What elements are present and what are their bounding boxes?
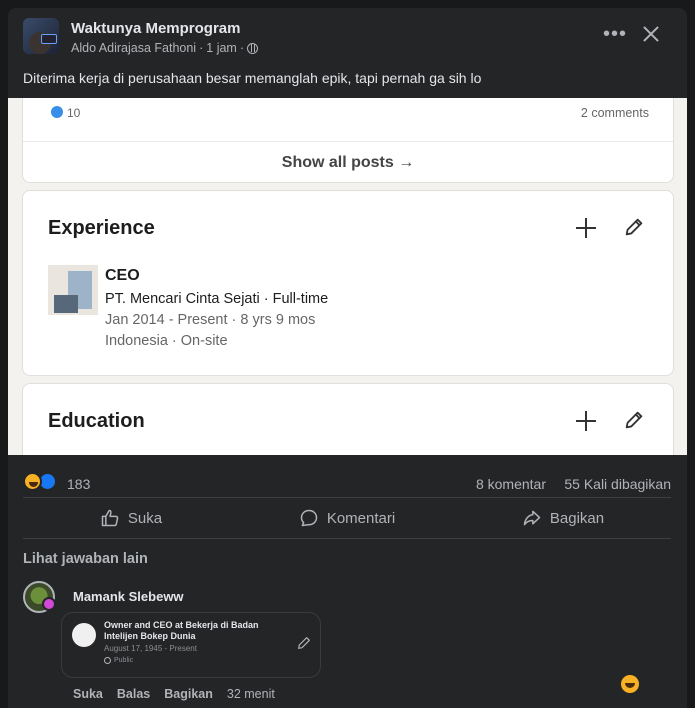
- comment-label: Komentari: [326, 509, 396, 527]
- author-name[interactable]: Aldo Adirajasa Fathoni: [71, 41, 196, 55]
- comment-count[interactable]: 8 komentar: [476, 476, 546, 492]
- attachment-logo: [72, 623, 96, 647]
- comment-share-button[interactable]: Bagikan: [164, 687, 213, 701]
- job-dates: Jan 2014 - Present · 8 yrs 9 mos: [105, 312, 316, 328]
- comments-count: 2 comments: [580, 106, 649, 120]
- like-button[interactable]: Suka: [23, 498, 239, 538]
- activity-card: 10 2 comments Show all posts →: [22, 98, 674, 183]
- plus-icon: [575, 217, 597, 239]
- globe-icon: [104, 657, 111, 664]
- post-header: Waktunya Memprogram Aldo Adirajasa Fatho…: [8, 8, 687, 68]
- like-label: Suka: [127, 509, 163, 527]
- reaction-icons[interactable]: [23, 472, 63, 492]
- comment-time[interactable]: 32 menit: [227, 687, 275, 701]
- comment-actions: Suka Balas Bagikan 32 menit: [73, 687, 275, 701]
- reaction-count[interactable]: 183: [67, 476, 90, 492]
- plus-icon: [575, 410, 597, 432]
- company-logo: [48, 265, 98, 315]
- globe-icon: [247, 42, 259, 54]
- share-button[interactable]: Bagikan: [455, 498, 671, 538]
- see-more-replies-link[interactable]: Lihat jawaban lain: [23, 551, 148, 567]
- education-title: Education: [48, 410, 145, 432]
- comment-attachment[interactable]: Owner and CEO at Bekerja di Badan Inteli…: [61, 612, 321, 678]
- comment-like-button[interactable]: Suka: [73, 687, 103, 701]
- like-count: 10: [67, 106, 81, 120]
- avatar-badge: [41, 34, 57, 44]
- job-title: CEO: [105, 267, 140, 284]
- post-actions: Suka Komentari Bagikan: [23, 497, 671, 539]
- experience-card: Experience CEO PT. Mencari Cinta Sejati …: [22, 190, 674, 376]
- comment-icon: [300, 509, 318, 527]
- job-company: PT. Mencari Cinta Sejati · Full-time: [105, 291, 329, 307]
- commenter-avatar[interactable]: [23, 581, 56, 613]
- share-icon: [523, 510, 541, 526]
- visibility-label: Public: [114, 657, 134, 664]
- job-location: Indonesia · On-site: [105, 333, 228, 349]
- haha-reaction-icon: [23, 472, 42, 491]
- meta-separator: ·: [239, 41, 245, 55]
- close-icon[interactable]: [639, 22, 663, 46]
- education-card: Education: [22, 383, 674, 455]
- post-time[interactable]: 1 jam: [206, 41, 237, 55]
- pencil-icon: [625, 411, 643, 429]
- share-label: Bagikan: [549, 509, 605, 527]
- pencil-icon: [298, 637, 310, 649]
- thumbs-up-icon: [101, 509, 119, 527]
- post-image[interactable]: 10 2 comments Show all posts → Experienc…: [8, 98, 687, 455]
- haha-reaction-icon[interactable]: [621, 675, 639, 693]
- attachment-date: August 17, 1945 - Present: [104, 644, 197, 653]
- experience-title: Experience: [48, 217, 155, 239]
- comment-reply-button[interactable]: Balas: [117, 687, 150, 701]
- meta-separator: ·: [199, 41, 204, 55]
- post-meta: Aldo Adirajasa Fathoni · 1 jam ·: [71, 41, 259, 55]
- page-name[interactable]: Waktunya Memprogram: [71, 20, 240, 37]
- pencil-icon: [625, 218, 643, 236]
- comment-button[interactable]: Komentari: [239, 498, 455, 538]
- attachment-title: Owner and CEO at Bekerja di Badan Inteli…: [104, 620, 259, 641]
- commenter-name[interactable]: Mamank Slebeww: [73, 589, 184, 604]
- post-card: Waktunya Memprogram Aldo Adirajasa Fatho…: [8, 8, 687, 708]
- post-caption: Diterima kerja di perusahaan besar meman…: [23, 70, 482, 86]
- like-icon: [50, 105, 64, 119]
- attachment-visibility: Public: [104, 657, 133, 664]
- page-avatar[interactable]: [23, 18, 59, 54]
- share-count[interactable]: 55 Kali dibagikan: [564, 476, 671, 492]
- logo-block: [54, 295, 78, 313]
- more-options-icon[interactable]: •••: [603, 24, 627, 44]
- show-all-posts-button: Show all posts →: [23, 141, 673, 183]
